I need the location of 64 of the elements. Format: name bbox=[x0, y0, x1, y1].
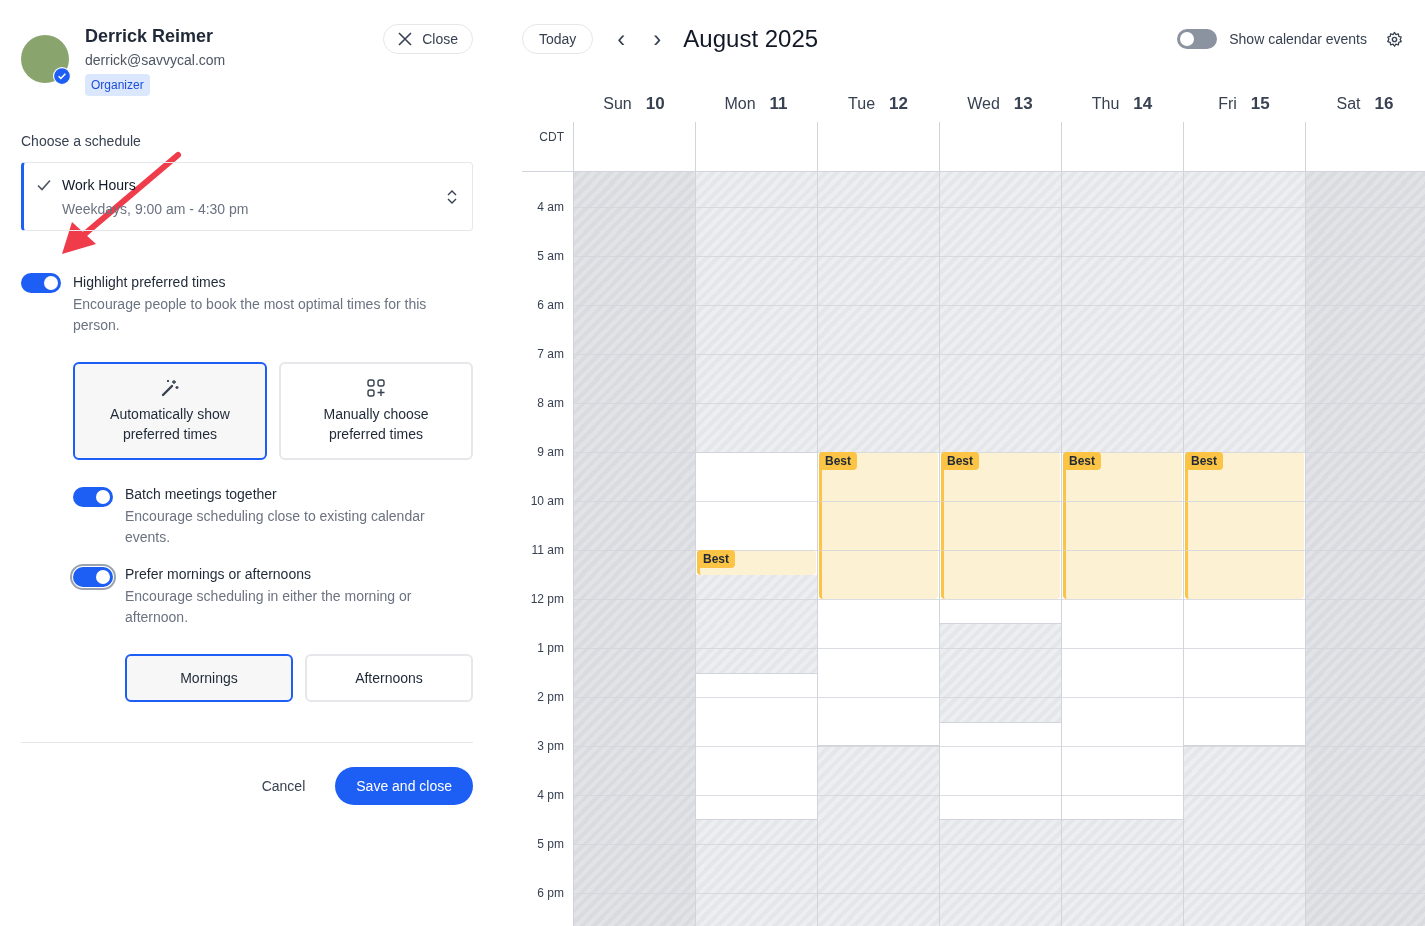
day-date: 16 bbox=[1374, 92, 1394, 115]
hour-label: 1 pm bbox=[537, 641, 564, 655]
hour-label: 6 am bbox=[537, 298, 564, 312]
hour-label: 5 am bbox=[537, 249, 564, 263]
hour-label: 11 am bbox=[531, 543, 564, 557]
day-part-option[interactable]: Afternoons bbox=[305, 654, 473, 702]
day-date: 14 bbox=[1133, 92, 1153, 115]
save-button[interactable]: Save and close bbox=[335, 767, 473, 805]
best-label: Best bbox=[1063, 452, 1101, 470]
toggle-label: Highlight preferred times bbox=[73, 273, 227, 292]
day-name: Mon bbox=[724, 93, 756, 114]
day-name: Sun bbox=[603, 93, 632, 114]
toggle-description: Encourage people to book the most optimal times for this person. bbox=[73, 295, 428, 335]
mode-option[interactable]: Manually choose preferred times bbox=[279, 362, 473, 460]
day-name: Tue bbox=[848, 93, 876, 114]
hour-label: 10 am bbox=[530, 494, 564, 508]
hour-label: 3 pm bbox=[537, 739, 564, 753]
schedule-name: Work Hours bbox=[62, 175, 137, 195]
grid-plus-icon bbox=[366, 378, 386, 398]
cancel-button[interactable]: Cancel bbox=[261, 775, 306, 797]
magic-wand-icon bbox=[160, 378, 180, 398]
day-date: 10 bbox=[645, 92, 665, 115]
toggle-switch[interactable] bbox=[73, 487, 113, 507]
timezone-label: CDT bbox=[539, 130, 564, 144]
previous-button[interactable]: ‹ bbox=[613, 27, 630, 51]
hour-label: 6 pm bbox=[537, 886, 564, 900]
role-badge: Organizer bbox=[85, 74, 150, 96]
toggle-label: Batch meetings together bbox=[125, 485, 278, 504]
best-label: Best bbox=[697, 550, 735, 568]
person-email: derrick@savvycal.com bbox=[85, 51, 226, 70]
best-label: Best bbox=[941, 452, 979, 470]
person-name: Derrick Reimer bbox=[85, 25, 215, 48]
hour-label: 7 am bbox=[537, 347, 564, 361]
day-part-option[interactable]: Mornings bbox=[125, 654, 293, 702]
chevron-up-down-icon bbox=[446, 188, 458, 205]
hour-label: 2 pm bbox=[537, 690, 564, 704]
month-title: August 2025 bbox=[683, 24, 819, 54]
toggle-description: Encourage scheduling close to existing calendar events. bbox=[125, 507, 426, 547]
best-label: Best bbox=[1185, 452, 1223, 470]
day-date: 15 bbox=[1250, 92, 1270, 115]
mode-option[interactable]: Automatically show preferred times bbox=[73, 362, 267, 460]
settings-icon[interactable] bbox=[1386, 30, 1403, 48]
toggle-description: Encourage scheduling in either the morning or afternoon. bbox=[125, 587, 413, 627]
close-icon bbox=[398, 32, 413, 46]
day-name: Thu bbox=[1091, 93, 1120, 114]
toggle-label: Prefer mornings or afternoons bbox=[125, 565, 312, 584]
hour-label: 12 pm bbox=[530, 592, 564, 606]
hour-label: 4 am bbox=[537, 200, 564, 214]
hour-label: 4 pm bbox=[537, 788, 564, 802]
section-label: Choose a schedule bbox=[21, 132, 142, 151]
day-date: 13 bbox=[1013, 92, 1033, 115]
day-name: Wed bbox=[967, 93, 1000, 114]
next-button[interactable]: › bbox=[649, 27, 666, 51]
day-name: Fri bbox=[1218, 93, 1237, 114]
hour-label: 9 am bbox=[537, 445, 564, 459]
toggle-label: Show calendar events bbox=[1229, 29, 1367, 49]
best-label: Best bbox=[819, 452, 857, 470]
day-date: 12 bbox=[889, 92, 908, 115]
day-name: Sat bbox=[1336, 93, 1361, 114]
hour-label: 8 am bbox=[537, 396, 564, 410]
toggle-switch[interactable] bbox=[1177, 29, 1218, 49]
toggle-switch[interactable] bbox=[21, 273, 61, 293]
day-date: 11 bbox=[769, 92, 788, 115]
hour-label: 5 pm bbox=[537, 837, 564, 851]
